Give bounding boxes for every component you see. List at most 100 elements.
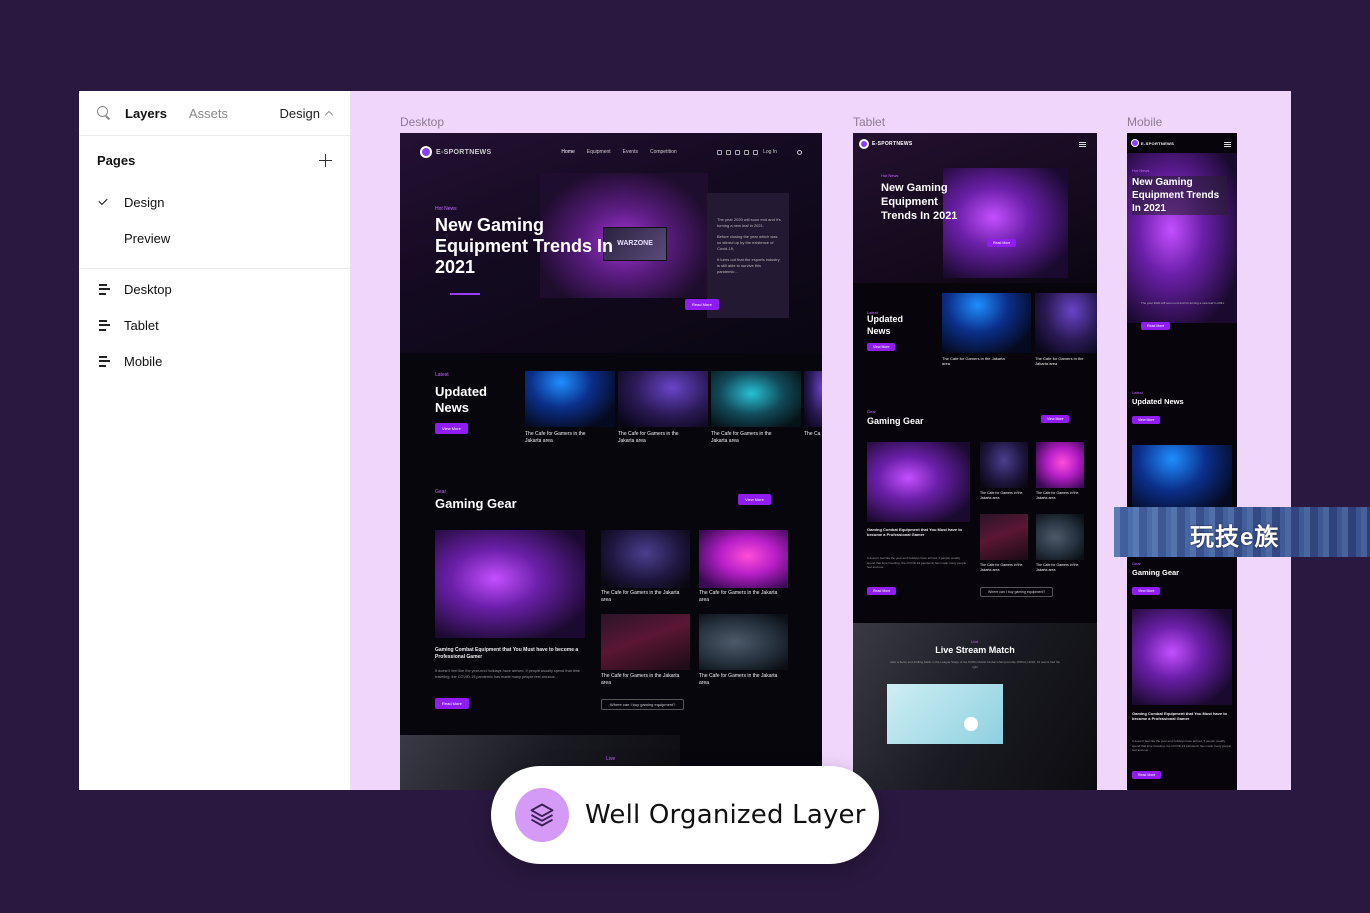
news-caption[interactable]: The Cafe for Gamers in the Jakarta area bbox=[618, 431, 688, 444]
search-icon[interactable] bbox=[97, 106, 111, 120]
page-item-design[interactable]: Design bbox=[79, 184, 350, 220]
news-caption[interactable]: The Cafe for Gamers in the Jakarta area bbox=[711, 431, 781, 444]
design-dropdown[interactable]: Design bbox=[280, 106, 334, 121]
gear-caption[interactable]: The Cafe for Gamers in the Jakarta area bbox=[1036, 491, 1084, 500]
news-caption[interactable]: The Cafe for Gamers in the Jakarta area bbox=[942, 356, 1012, 366]
news-thumbnail[interactable] bbox=[618, 371, 708, 427]
gear-main-title[interactable]: Gaming Combat Equipment that You Must ha… bbox=[435, 647, 585, 660]
gear-tag: Gear bbox=[867, 409, 876, 414]
news-thumbnail[interactable] bbox=[711, 371, 801, 427]
news-thumbnail[interactable] bbox=[1132, 445, 1232, 515]
gear-main-image[interactable] bbox=[1132, 609, 1232, 705]
news-thumbnail[interactable] bbox=[525, 371, 615, 427]
gear-tag: Gear bbox=[435, 489, 447, 495]
pages-header: Pages bbox=[79, 136, 350, 184]
read-more-button[interactable]: Read More bbox=[435, 698, 469, 709]
social-icon[interactable] bbox=[734, 149, 740, 155]
gaming-gear-title: Gaming Gear bbox=[867, 416, 924, 426]
gear-caption[interactable]: The Cafe for Gamers in the Jakarta area bbox=[699, 590, 779, 603]
read-more-button[interactable]: Read More bbox=[867, 587, 897, 595]
gear-thumbnail[interactable] bbox=[601, 614, 690, 670]
nav-link-events[interactable]: Events bbox=[623, 149, 638, 155]
view-more-button[interactable]: View More bbox=[435, 423, 468, 434]
hero-paragraph: Before closing the year which was so sti… bbox=[717, 234, 778, 251]
gear-thumbnail[interactable] bbox=[1036, 514, 1084, 560]
layer-item-mobile[interactable]: Mobile bbox=[79, 343, 350, 379]
gear-caption[interactable]: The Cafe for Gamers in the Jakarta area bbox=[1036, 563, 1084, 572]
gear-thumbnail[interactable] bbox=[980, 514, 1028, 560]
tab-assets[interactable]: Assets bbox=[189, 106, 228, 121]
gear-caption[interactable]: The Cafe for Gamers in the Jakarta area bbox=[699, 673, 779, 686]
gear-caption[interactable]: The Cafe for Gamers in the Jakarta area bbox=[601, 590, 681, 603]
gear-caption[interactable]: The Cafe for Gamers in the Jakarta area bbox=[601, 673, 681, 686]
news-caption[interactable]: The Cafe for Gamers in the Jakarta area bbox=[1035, 356, 1097, 366]
read-more-button[interactable]: Read More bbox=[987, 239, 1017, 247]
news-thumbnail[interactable] bbox=[804, 371, 822, 427]
frame-label-tablet[interactable]: Tablet bbox=[853, 115, 885, 129]
gear-thumbnail[interactable] bbox=[1036, 442, 1084, 488]
gear-main-title[interactable]: Gaming Combat Equipment that You Must ha… bbox=[867, 527, 967, 537]
tab-layers[interactable]: Layers bbox=[125, 106, 167, 121]
login-link[interactable]: Log In bbox=[763, 149, 777, 155]
nav-link-equipment[interactable]: Equipment bbox=[587, 149, 611, 155]
frame-label-desktop[interactable]: Desktop bbox=[400, 115, 444, 129]
layer-item-desktop[interactable]: Desktop bbox=[79, 271, 350, 307]
view-more-button[interactable]: View More bbox=[1041, 415, 1070, 423]
layer-label: Tablet bbox=[124, 317, 159, 333]
menu-icon[interactable] bbox=[1224, 142, 1231, 147]
gear-thumbnail[interactable] bbox=[980, 442, 1028, 488]
social-icon[interactable] bbox=[752, 149, 758, 155]
page-item-preview[interactable]: Preview bbox=[79, 220, 350, 256]
gear-thumbnail[interactable] bbox=[699, 530, 788, 588]
view-more-button[interactable]: View More bbox=[1132, 587, 1161, 595]
latest-tag: Latest bbox=[1132, 390, 1143, 395]
gear-thumbnail[interactable] bbox=[699, 614, 788, 670]
updated-news-title: Updated News bbox=[867, 314, 903, 336]
read-more-button[interactable]: Read More bbox=[1141, 322, 1171, 330]
hero-indicator bbox=[450, 293, 480, 295]
news-thumbnail[interactable] bbox=[1035, 293, 1097, 353]
hero-tag: Hot News bbox=[435, 206, 457, 212]
layer-item-tablet[interactable]: Tablet bbox=[79, 307, 350, 343]
gear-main-image[interactable] bbox=[867, 442, 970, 522]
mobile-frame[interactable]: E-SPORTNEWS Hot News New Gaming Equipmen… bbox=[1127, 133, 1237, 790]
social-icon[interactable] bbox=[716, 149, 722, 155]
gear-thumbnail[interactable] bbox=[601, 530, 690, 588]
where-buy-button[interactable]: Where can I buy gaming equipment? bbox=[980, 587, 1054, 597]
add-page-icon[interactable] bbox=[319, 153, 332, 167]
feature-badge: Well Organized Layer bbox=[491, 766, 879, 864]
hero-title: New Gaming Equipment Trends In 2021 bbox=[435, 215, 614, 278]
news-thumbnail[interactable] bbox=[942, 293, 1031, 353]
site-logo[interactable]: E-SPORTNEWS bbox=[436, 149, 491, 156]
frame-label-mobile[interactable]: Mobile bbox=[1127, 115, 1162, 129]
view-more-button[interactable]: View More bbox=[738, 494, 771, 505]
view-more-button[interactable]: View More bbox=[867, 343, 896, 351]
frame-icon bbox=[99, 320, 110, 331]
view-more-button[interactable]: View More bbox=[1132, 416, 1161, 424]
site-logo[interactable]: E-SPORTNEWS bbox=[872, 141, 913, 147]
canvas[interactable]: Desktop Tablet Mobile WARZONE The year 2… bbox=[351, 91, 1291, 790]
hero-tag: Hot News bbox=[1132, 168, 1150, 173]
gear-main-title[interactable]: Gaming Combat Equipment that You Must ha… bbox=[1132, 711, 1232, 721]
design-window: Layers Assets Design Pages Design Previe… bbox=[79, 91, 1291, 790]
gear-caption[interactable]: The Cafe for Gamers in the Jakarta area bbox=[980, 491, 1028, 500]
nav-link-home[interactable]: Home bbox=[561, 149, 574, 155]
site-logo[interactable]: E-SPORTNEWS bbox=[1141, 141, 1174, 146]
where-buy-button[interactable]: Where can I buy gaming equipment? bbox=[601, 699, 685, 710]
nav-link-competition[interactable]: Competition bbox=[650, 149, 677, 155]
gear-caption[interactable]: The Cafe for Gamers in the Jakarta area bbox=[980, 563, 1028, 572]
search-icon[interactable] bbox=[797, 149, 802, 155]
desktop-frame[interactable]: WARZONE The year 2020 will soon end and … bbox=[400, 133, 822, 790]
news-caption[interactable]: The Cafe for Gamers in the Jakarta area bbox=[525, 431, 595, 444]
social-icon[interactable] bbox=[725, 149, 731, 155]
gear-main-image[interactable] bbox=[435, 530, 585, 638]
read-more-button[interactable]: Read More bbox=[1132, 771, 1162, 779]
read-more-button[interactable]: Read More bbox=[685, 299, 719, 310]
tablet-frame[interactable]: E-SPORTNEWS Hot News New Gaming Equipmen… bbox=[853, 133, 1097, 790]
hero-title: New Gaming Equipment Trends In 2021 bbox=[881, 182, 958, 222]
play-icon[interactable] bbox=[964, 717, 978, 731]
news-caption[interactable]: The Ca the Jak bbox=[804, 431, 822, 438]
menu-icon[interactable] bbox=[1079, 142, 1086, 147]
social-icon[interactable] bbox=[743, 149, 749, 155]
live-video[interactable] bbox=[887, 684, 1003, 744]
